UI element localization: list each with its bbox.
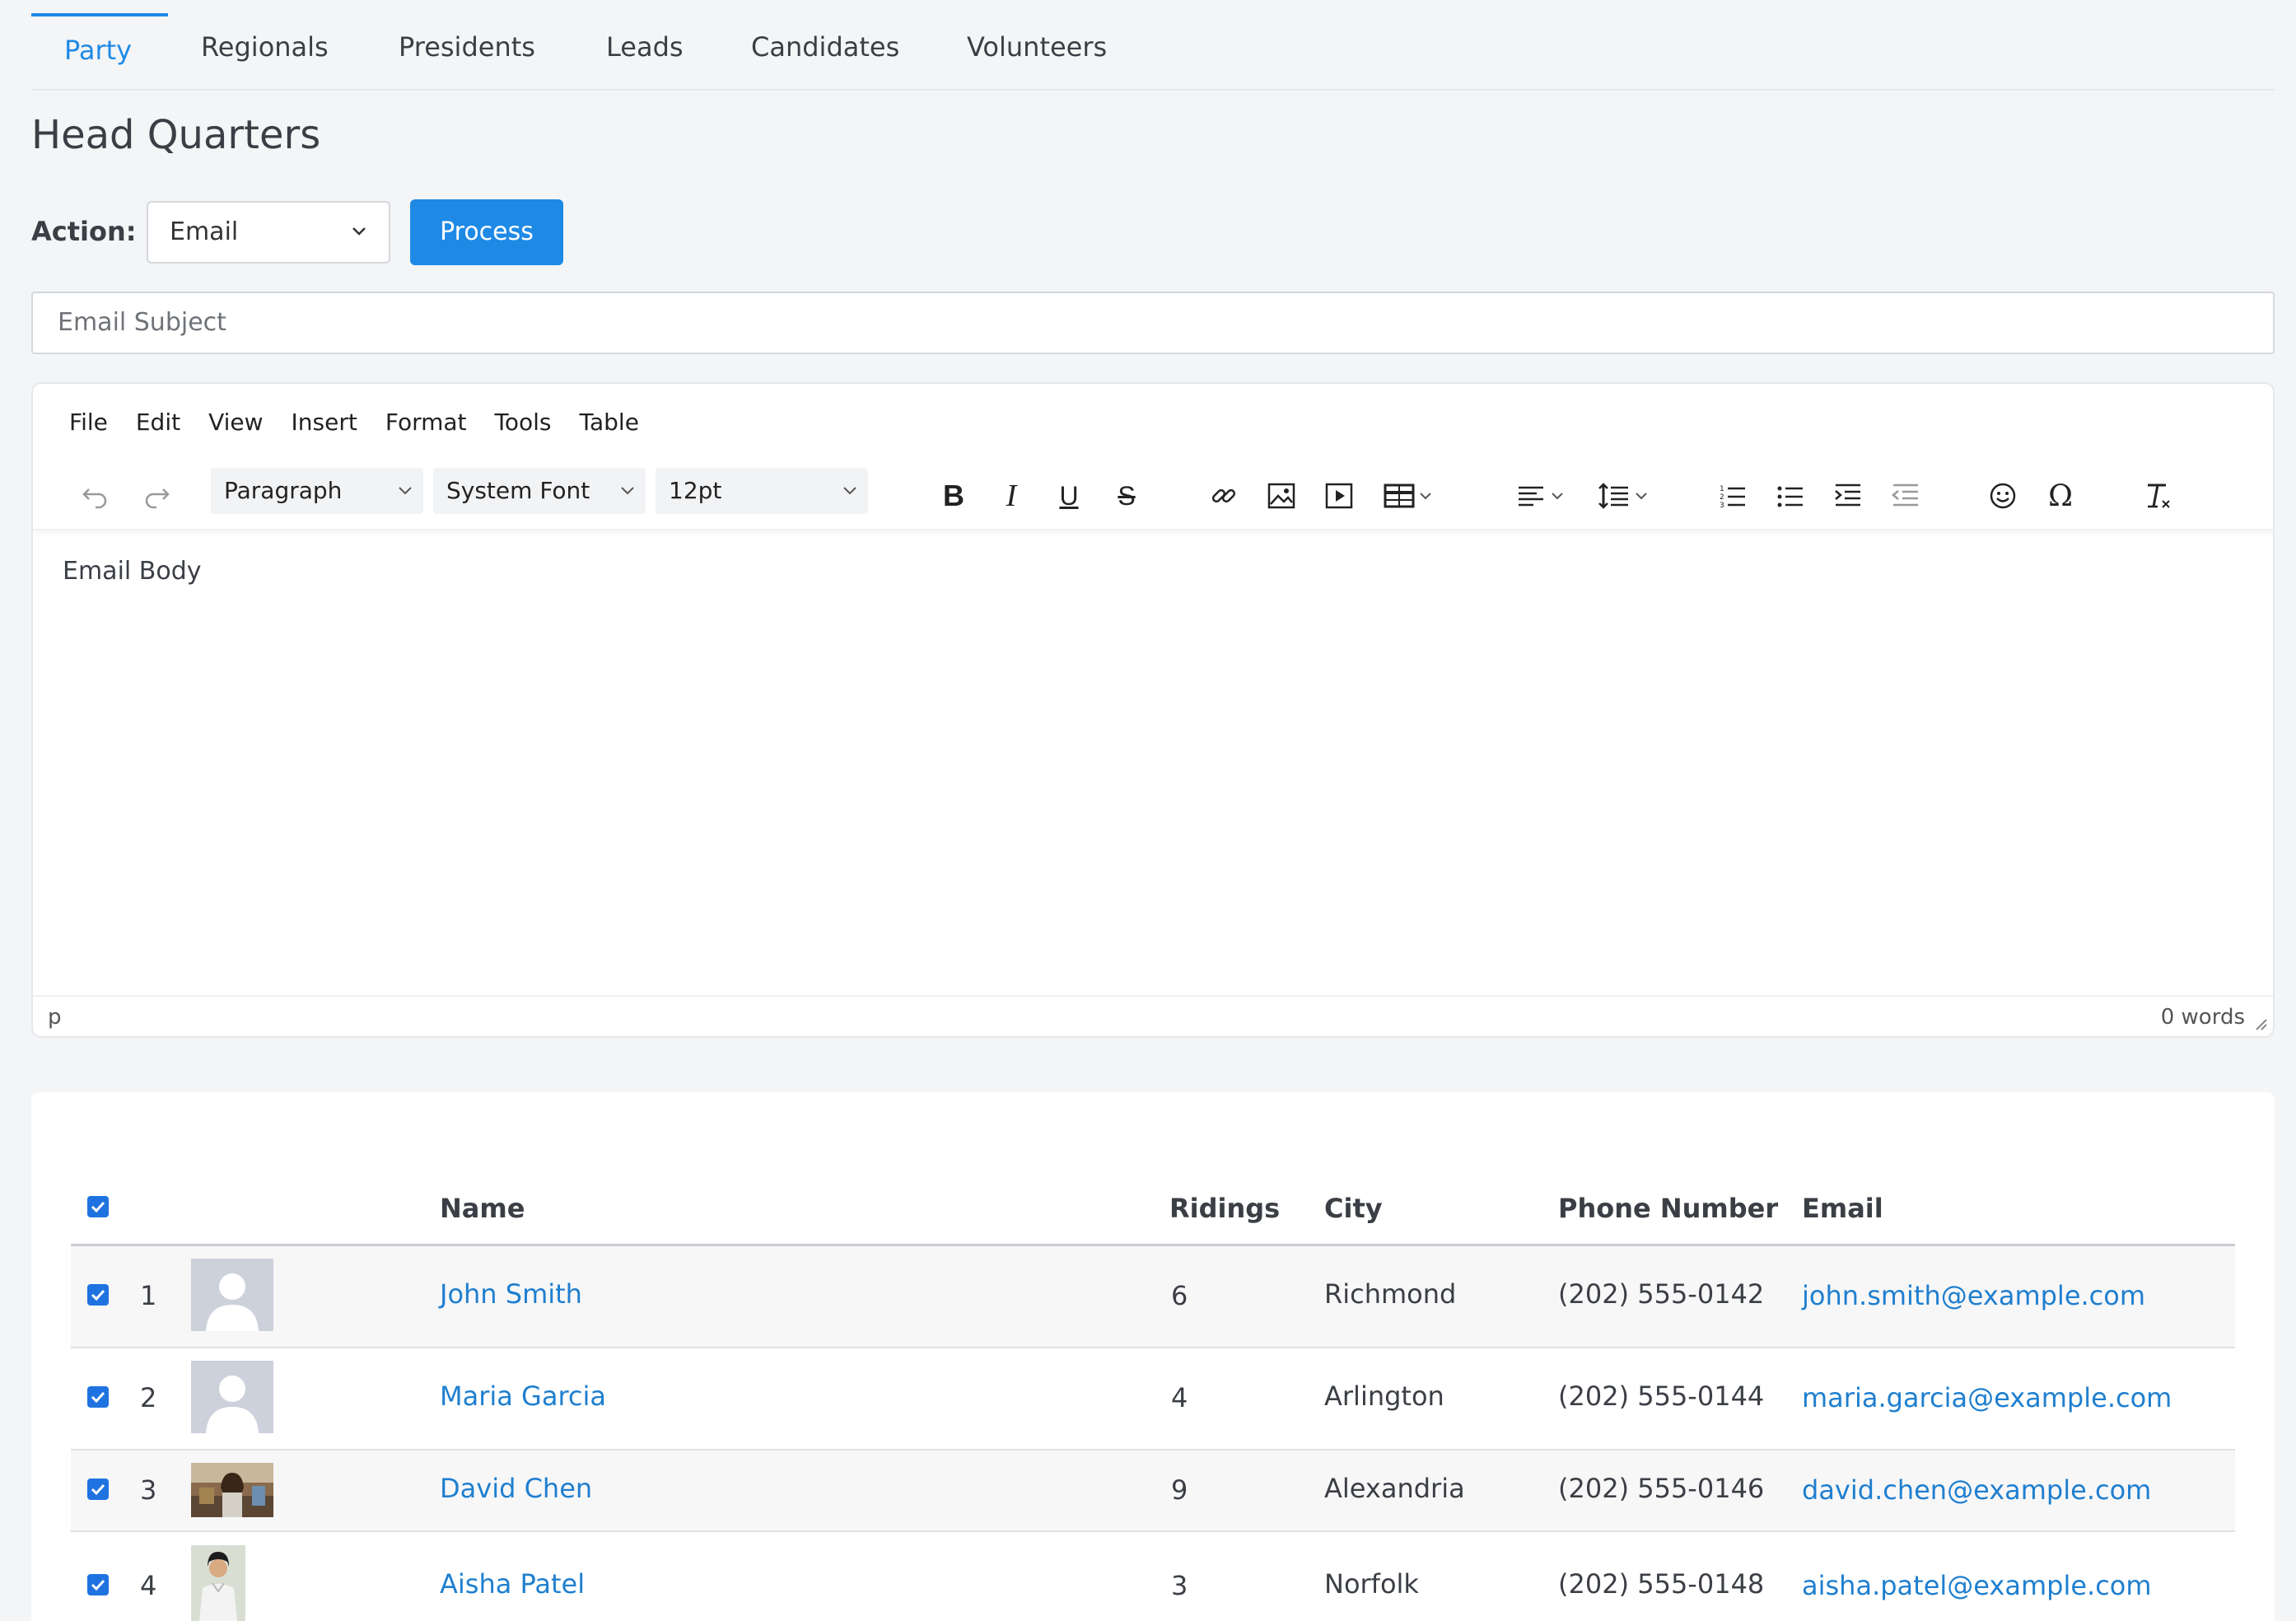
menu-edit[interactable]: Edit	[136, 409, 180, 441]
column-header-ridings[interactable]: Ridings	[1169, 1193, 1280, 1224]
image-icon[interactable]	[1263, 479, 1300, 512]
chevron-down-icon	[619, 468, 636, 530]
special-char-icon[interactable]: Ω	[2042, 479, 2079, 513]
block-format-select[interactable]: Paragraph	[211, 468, 423, 514]
page-title: Head Quarters	[31, 112, 321, 158]
active-tab-indicator	[31, 13, 168, 16]
action-select[interactable]: Email	[147, 201, 390, 264]
column-header-email[interactable]: Email	[1802, 1193, 1883, 1224]
city-value: Alexandria	[1324, 1473, 1465, 1504]
strikethrough-icon[interactable]: S	[1108, 479, 1145, 512]
row-index: 4	[140, 1570, 157, 1601]
column-header-city[interactable]: City	[1324, 1193, 1383, 1224]
city-value: Norfolk	[1324, 1568, 1419, 1600]
email-link[interactable]: john.smith@example.com	[1802, 1280, 2145, 1311]
email-subject-input[interactable]: Email Subject	[31, 292, 2275, 354]
media-icon[interactable]	[1321, 479, 1357, 512]
menu-insert[interactable]: Insert	[292, 409, 357, 441]
redo-icon[interactable]	[138, 479, 175, 512]
block-format-value: Paragraph	[224, 477, 343, 504]
column-header-phone[interactable]: Phone Number	[1558, 1193, 1778, 1224]
contact-name-link[interactable]: Maria Garcia	[440, 1380, 606, 1412]
svg-text:1: 1	[1720, 485, 1724, 493]
phone-value: (202) 555-0146	[1558, 1473, 1765, 1504]
city-value: Arlington	[1324, 1380, 1444, 1412]
font-family-select[interactable]: System Font	[433, 468, 646, 514]
rich-text-editor: File Edit View Insert Format Tools Table…	[31, 382, 2275, 1038]
menu-table[interactable]: Table	[580, 409, 639, 441]
email-link[interactable]: maria.garcia@example.com	[1802, 1382, 2172, 1413]
indent-icon[interactable]	[1830, 479, 1866, 512]
font-size-value: 12pt	[669, 477, 722, 504]
email-link[interactable]: aisha.patel@example.com	[1802, 1570, 2152, 1601]
italic-icon[interactable]: I	[993, 479, 1029, 513]
column-header-name[interactable]: Name	[440, 1193, 525, 1224]
row-index: 2	[140, 1382, 157, 1413]
avatar	[191, 1361, 273, 1433]
row-checkbox[interactable]	[87, 1284, 109, 1306]
phone-value: (202) 555-0144	[1558, 1380, 1765, 1412]
city-value: Richmond	[1324, 1278, 1457, 1310]
tab-candidates[interactable]: Candidates	[751, 31, 899, 63]
element-path[interactable]: p	[48, 1005, 62, 1030]
align-icon[interactable]	[1512, 479, 1578, 512]
contact-name-link[interactable]: John Smith	[440, 1278, 582, 1310]
ridings-value: 6	[1171, 1280, 1188, 1311]
tab-bar: Party Regionals Presidents Leads Candida…	[31, 0, 2275, 91]
row-index: 3	[140, 1474, 157, 1506]
underline-icon[interactable]: U	[1051, 479, 1087, 512]
outdent-icon[interactable]	[1888, 479, 1924, 512]
action-select-value: Email	[170, 217, 239, 246]
editor-menubar: File Edit View Insert Format Tools Table	[69, 409, 667, 441]
tab-regionals[interactable]: Regionals	[201, 31, 329, 63]
contact-name-link[interactable]: Aisha Patel	[440, 1568, 585, 1600]
action-label: Action:	[31, 216, 137, 247]
chevron-down-icon	[842, 468, 858, 530]
menu-file[interactable]: File	[69, 409, 108, 441]
svg-text:2: 2	[1720, 493, 1724, 502]
svg-text:3: 3	[1720, 502, 1724, 510]
undo-icon[interactable]	[77, 479, 114, 512]
tab-leads[interactable]: Leads	[606, 31, 684, 63]
clear-format-icon[interactable]	[2140, 479, 2176, 512]
ridings-value: 3	[1171, 1570, 1188, 1601]
line-height-icon[interactable]	[1593, 479, 1659, 512]
link-icon[interactable]	[1206, 479, 1242, 512]
row-index: 1	[140, 1280, 157, 1311]
phone-value: (202) 555-0142	[1558, 1278, 1765, 1310]
numbered-list-icon[interactable]: 123	[1715, 479, 1751, 512]
font-family-value: System Font	[446, 477, 590, 504]
select-all-checkbox[interactable]	[87, 1196, 109, 1217]
bullet-list-icon[interactable]	[1772, 479, 1808, 512]
contact-name-link[interactable]: David Chen	[440, 1473, 592, 1504]
email-link[interactable]: david.chen@example.com	[1802, 1474, 2151, 1506]
menu-format[interactable]: Format	[385, 409, 467, 441]
bold-icon[interactable]: B	[936, 479, 972, 512]
email-body-input[interactable]: Email Body	[63, 557, 202, 586]
process-button[interactable]: Process	[410, 199, 563, 265]
row-checkbox[interactable]	[87, 1386, 109, 1408]
editor-statusbar: p 0 words	[33, 995, 2273, 1036]
row-checkbox[interactable]	[87, 1479, 109, 1500]
tab-party[interactable]: Party	[64, 35, 132, 66]
word-count[interactable]: 0 words	[2161, 1005, 2245, 1030]
ridings-value: 4	[1171, 1382, 1188, 1413]
menu-view[interactable]: View	[208, 409, 263, 441]
avatar	[191, 1463, 273, 1517]
chevron-down-icon	[351, 203, 367, 285]
ridings-value: 9	[1171, 1474, 1188, 1506]
resize-handle-icon[interactable]	[2252, 1015, 2268, 1031]
page: Party Regionals Presidents Leads Candida…	[31, 0, 2275, 1621]
avatar	[191, 1545, 245, 1621]
emoji-icon[interactable]	[1985, 479, 2021, 512]
row-checkbox[interactable]	[87, 1574, 109, 1595]
font-size-select[interactable]: 12pt	[656, 468, 868, 514]
table-icon[interactable]	[1379, 479, 1444, 512]
chevron-down-icon	[397, 468, 413, 530]
phone-value: (202) 555-0148	[1558, 1568, 1765, 1600]
tab-volunteers[interactable]: Volunteers	[967, 31, 1107, 63]
tab-presidents[interactable]: Presidents	[399, 31, 535, 63]
menu-tools[interactable]: Tools	[495, 409, 552, 441]
avatar	[191, 1259, 273, 1331]
